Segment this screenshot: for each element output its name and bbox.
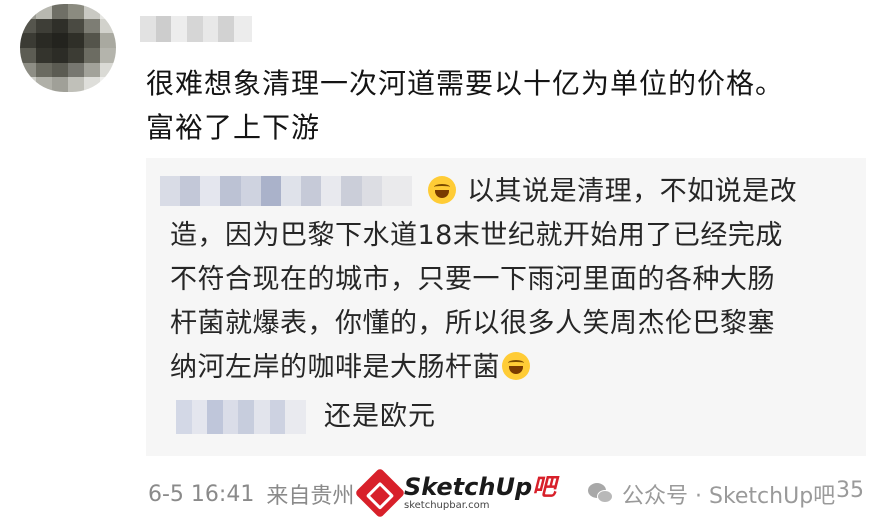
comment-date: 6-5 16:41 xyxy=(148,481,255,507)
sub-reply-author-name[interactable] xyxy=(176,400,306,434)
reply-card: 以其说是清理，不如说是改 造，因为巴黎下水道18末世纪就开始用了已经完成 不符合… xyxy=(146,158,866,456)
laughing-tears-icon xyxy=(428,176,456,204)
avatar[interactable] xyxy=(20,4,116,92)
laughing-tears-icon xyxy=(502,352,530,380)
reply-text-line: 造，因为巴黎下水道18末世纪就开始用了已经完成 xyxy=(170,220,783,251)
comment-location: 来自贵州 xyxy=(266,484,355,509)
comment-text-line: 富裕了上下游 xyxy=(146,111,321,144)
logo-name: SketchUp吧 xyxy=(404,473,557,501)
reply-text: 以其说是清理，不如说是改 造，因为巴黎下水道18末世纪就开始用了已经完成 不符合… xyxy=(170,170,850,390)
wechat-watermark: 公众号 · SketchUp吧 xyxy=(588,478,835,510)
like-count[interactable]: 35 xyxy=(836,478,864,503)
reply-text-line: 纳河左岸的咖啡是大肠杆菌 xyxy=(170,352,500,383)
wechat-icon xyxy=(588,483,614,505)
wechat-watermark-text: 公众号 · SketchUp吧 xyxy=(622,484,836,509)
sketchup-bar-logo: SketchUp吧 sketchupbar.com xyxy=(354,467,557,519)
comment-text-line: 很难想象清理一次河道需要以十亿为单位的价格。 xyxy=(146,67,785,100)
comment-meta: 6-5 16:41 来自贵州 xyxy=(148,478,354,510)
comment-author-name[interactable] xyxy=(140,16,252,42)
comment-text: 很难想象清理一次河道需要以十亿为单位的价格。 富裕了上下游 xyxy=(146,62,866,150)
reply-text-line: 不符合现在的城市，只要一下雨河里面的各种大肠 xyxy=(170,264,775,295)
reply-text-line: 以其说是清理，不如说是改 xyxy=(467,176,798,207)
sketchup-logo-icon xyxy=(354,467,406,519)
sub-reply-text: 还是欧元 xyxy=(324,401,436,432)
reply-text-line: 杆菌就爆表，你懂的，所以很多人笑周杰伦巴黎塞 xyxy=(170,308,775,339)
logo-url: sketchupbar.com xyxy=(404,500,490,511)
